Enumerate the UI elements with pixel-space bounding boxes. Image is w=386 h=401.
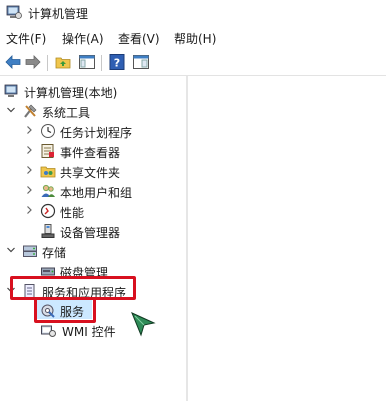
tree-item-storage[interactable]: 存储 [0,241,186,261]
help-icon[interactable]: ? [108,53,126,71]
menu-action[interactable]: 操作(A) [62,30,104,47]
wmi-icon [40,322,56,338]
tree-item-label: 共享文件夹 [60,166,121,180]
tree-item-label: WMI 控件 [62,325,116,339]
tree-item-event-viewer[interactable]: 事件查看器 [0,141,186,161]
toolbar-separator [101,55,102,71]
tree-item-device-manager[interactable]: 设备管理器 [0,221,186,241]
window-title: 计算机管理 [28,7,89,21]
show-hide-console-tree-icon[interactable] [78,53,96,71]
tree-item-label: 任务计划程序 [60,126,133,140]
annotation-highlight-services [34,297,96,323]
computer-management-icon [6,4,22,20]
chevron-right-icon[interactable] [24,184,34,196]
device-manager-icon [40,223,56,239]
storage-icon [22,243,38,259]
chevron-down-icon[interactable] [6,244,16,256]
shared-folder-icon [40,163,56,179]
title-bar: 计算机管理 [0,0,386,26]
chevron-right-icon[interactable] [24,204,34,216]
tools-icon [22,103,38,119]
forward-arrow-icon[interactable] [24,53,42,71]
tree-item-shared-folders[interactable]: 共享文件夹 [0,161,186,181]
menu-view[interactable]: 查看(V) [118,30,160,47]
tree-item-performance[interactable]: 性能 [0,201,186,221]
svg-text:?: ? [114,57,120,70]
tree-item-system-tools[interactable]: 系统工具 [0,101,186,121]
menu-help[interactable]: 帮助(H) [174,30,216,47]
performance-icon [40,203,56,219]
users-icon [40,183,56,199]
tree-item-task-scheduler[interactable]: 任务计划程序 [0,121,186,141]
tree-item-label: 设备管理器 [60,226,121,240]
tree-item-computer-management[interactable]: 计算机管理(本地) [0,81,186,101]
computer-management-icon [4,83,20,99]
tree-item-label: 计算机管理(本地) [24,86,118,100]
tree-item-label: 性能 [60,206,85,220]
mouse-cursor-icon [130,311,156,337]
tree-item-label: 存储 [42,246,67,260]
tree-item-label: 系统工具 [42,106,91,120]
chevron-right-icon[interactable] [24,164,34,176]
chevron-right-icon[interactable] [24,144,34,156]
toolbar: ? [0,49,386,76]
menu-file[interactable]: 文件(F) [6,30,46,47]
tree-item-label: 事件查看器 [60,146,121,160]
tree-item-local-users-groups[interactable]: 本地用户和组 [0,181,186,201]
show-hide-action-pane-icon[interactable] [132,53,150,71]
tree-item-wmi-control[interactable]: WMI 控件 [0,320,186,340]
results-pane [188,76,386,401]
event-viewer-icon [40,143,56,159]
toolbar-separator [47,55,48,71]
tree-item-label: 本地用户和组 [60,186,133,200]
chevron-down-icon[interactable] [6,104,16,116]
chevron-right-icon[interactable] [24,124,34,136]
clock-icon [40,123,56,139]
menu-bar: 文件(F) 操作(A) 查看(V) 帮助(H) [0,27,386,47]
up-folder-icon[interactable] [54,53,72,71]
back-arrow-icon[interactable] [4,53,22,71]
